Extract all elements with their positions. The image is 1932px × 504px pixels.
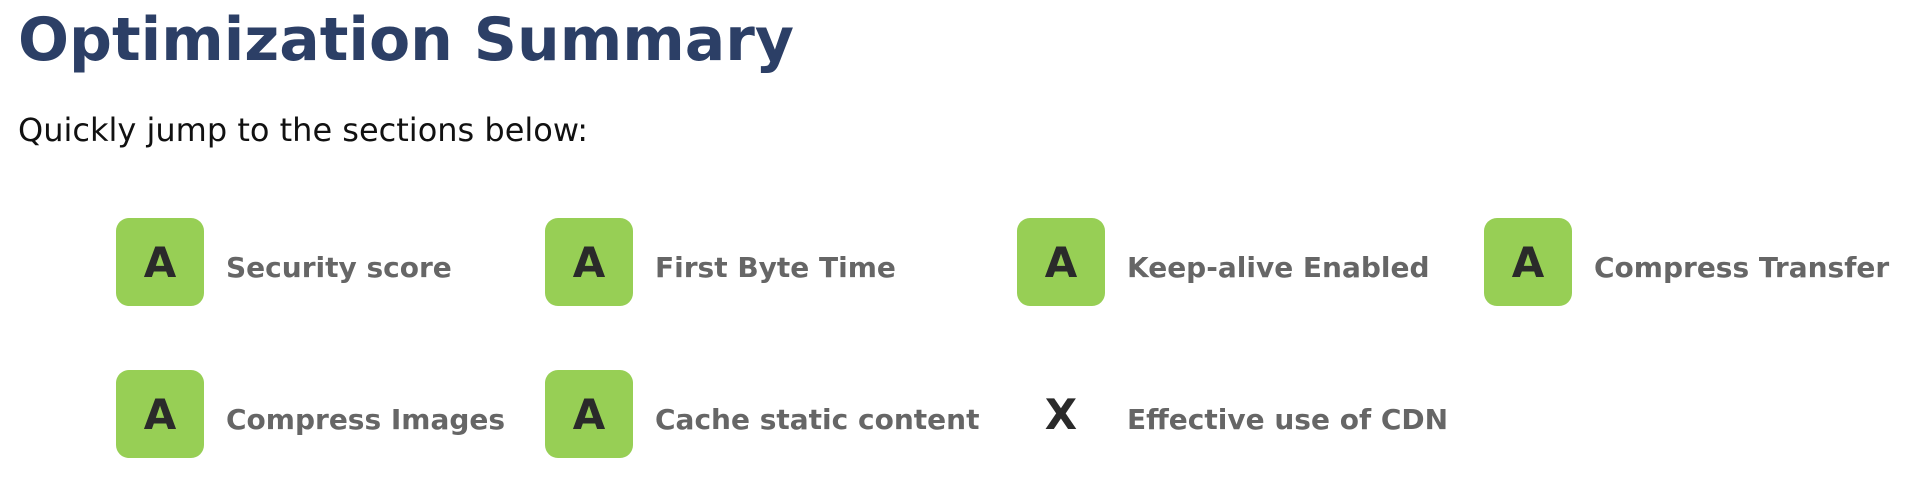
grade-badge: A	[1484, 218, 1572, 306]
summary-item-label: Compress Images	[226, 402, 506, 436]
summary-item-security-score[interactable]: A Security score	[116, 218, 452, 306]
summary-item-effective-use-of-cdn[interactable]: X Effective use of CDN	[1017, 370, 1448, 458]
summary-item-label: First Byte Time	[655, 250, 896, 284]
grade-badge-fail: X	[1044, 389, 1078, 439]
summary-item-compress-transfer[interactable]: A Compress Transfer	[1484, 218, 1889, 306]
page-subtitle: Quickly jump to the sections below:	[18, 111, 589, 149]
summary-item-keep-alive-enabled[interactable]: A Keep-alive Enabled	[1017, 218, 1430, 306]
summary-item-first-byte-time[interactable]: A First Byte Time	[545, 218, 896, 306]
grade-badge: A	[116, 218, 204, 306]
grade-badge: A	[545, 218, 633, 306]
summary-item-label: Security score	[226, 250, 452, 284]
summary-item-label: Keep-alive Enabled	[1127, 250, 1430, 284]
grade-badge: A	[1017, 218, 1105, 306]
page-title: Optimization Summary	[18, 5, 794, 75]
grade-badge: A	[116, 370, 204, 458]
summary-item-label: Cache static content	[655, 402, 980, 436]
summary-item-label: Effective use of CDN	[1127, 402, 1449, 436]
grade-badge: A	[545, 370, 633, 458]
summary-item-compress-images[interactable]: A Compress Images	[116, 370, 505, 458]
summary-item-label: Compress Transfer	[1594, 250, 1890, 284]
summary-item-cache-static-content[interactable]: A Cache static content	[545, 370, 979, 458]
